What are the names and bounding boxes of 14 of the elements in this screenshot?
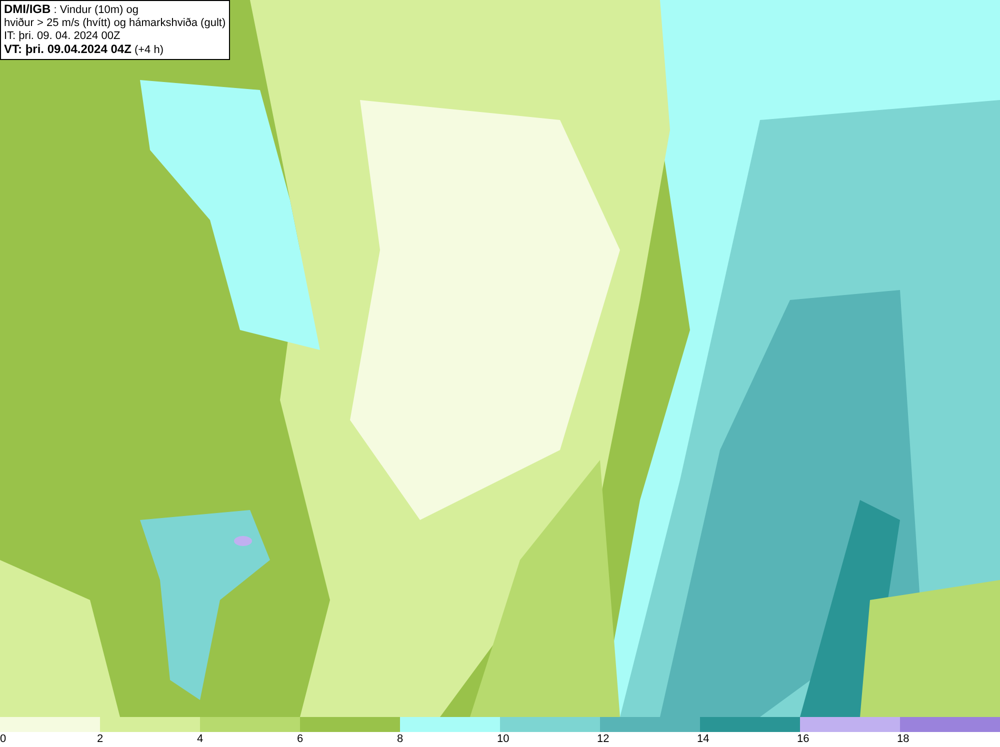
- legend-label: 18: [897, 732, 910, 746]
- legend-label: 8: [397, 732, 404, 746]
- legend-label: 12: [597, 732, 610, 746]
- title-line: VT: þri. 09.04.2024 04Z (+4 h): [4, 43, 165, 57]
- legend-label: 6: [297, 732, 304, 746]
- legend-label: 10: [497, 732, 510, 746]
- legend-label: 0: [0, 732, 6, 746]
- title-line: DMI/IGB : Vindur (10m) og: [4, 3, 140, 17]
- legend-label: 2: [97, 732, 104, 746]
- title-line: IT: þri. 09. 04. 2024 00Z: [4, 30, 122, 43]
- legend-label: 16: [797, 732, 810, 746]
- title-line: hviður > 25 m/s (hvítt) og hámarkshviða (gult): [4, 17, 226, 30]
- legend-label: 4: [197, 732, 204, 746]
- legend-label: 14: [697, 732, 710, 746]
